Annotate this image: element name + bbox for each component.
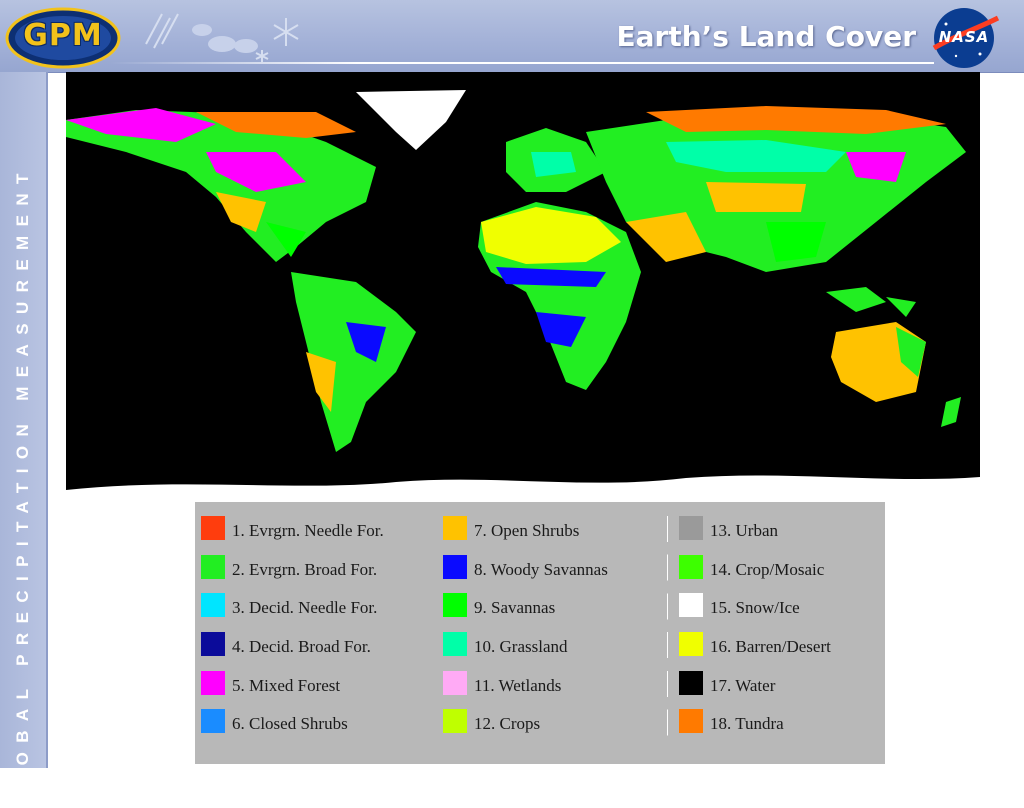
legend-label: 7. Open Shrubs [474, 521, 580, 540]
legend-swatch [679, 554, 703, 579]
world-map-graphic [66, 72, 980, 502]
legend-swatch [201, 554, 225, 579]
legend-swatch [201, 670, 225, 695]
legend-panel: 1. Evrgrn. Needle For. 2. Evrgrn. Broad F… [195, 502, 885, 764]
legend-label: 1. Evrgrn. Needle For. [232, 521, 384, 540]
legend-swatch [201, 709, 225, 734]
legend-swatch [443, 516, 467, 540]
legend-label: 12. Crops [474, 714, 541, 734]
legend-swatch [201, 516, 225, 540]
legend-label: 4. Decid. Broad For. [232, 637, 371, 657]
side-band: GLOBAL PRECIPITATION MEASUREMENT [0, 72, 48, 808]
legend-label: 16. Barren/Desert [710, 637, 831, 657]
nasa-logo-text: NASA [938, 28, 990, 46]
legend-label: 18. Tundra [710, 714, 784, 734]
legend-swatch [201, 632, 225, 657]
gpm-logo-text: GPM [23, 18, 103, 53]
legend-label: 6. Closed Shrubs [232, 714, 348, 734]
weather-decoration-icon [140, 4, 310, 64]
legend-label: 9. Savannas [474, 598, 556, 618]
page-title: Earth’s Land Cover [616, 20, 917, 53]
header-band: GPM Earth’s Land Cover NASA [0, 0, 1024, 73]
legend-swatch [443, 554, 467, 579]
side-band-text: GLOBAL PRECIPITATION MEASUREMENT [13, 164, 32, 808]
legend-swatch [443, 709, 467, 734]
legend-label: 2. Evrgrn. Broad For. [232, 559, 378, 579]
legend-swatch [679, 632, 703, 657]
legend-label: 17. Water [710, 675, 776, 695]
nasa-logo: NASA [928, 6, 1000, 70]
gpm-logo: GPM [4, 6, 122, 70]
legend-swatch [679, 709, 703, 734]
legend-label: 13. Urban [710, 521, 778, 540]
legend-label: 10. Grassland [474, 637, 568, 657]
legend-label: 14. Crop/Mosaic [710, 559, 825, 579]
legend-label: 8. Woody Savannas [474, 559, 608, 579]
legend-swatch [679, 593, 703, 618]
legend-divider [667, 516, 668, 744]
legend-swatch [443, 632, 467, 657]
legend-swatch [679, 670, 703, 695]
legend-label: 15. Snow/Ice [710, 598, 800, 618]
legend-label: 3. Decid. Needle For. [232, 598, 378, 618]
legend-swatch [201, 593, 225, 618]
legend-swatch [679, 516, 703, 540]
legend-swatch [443, 670, 467, 695]
legend-label: 5. Mixed Forest [232, 675, 341, 695]
land-cover-map [66, 72, 980, 502]
legend-label: 11. Wetlands [474, 675, 562, 695]
legend-swatch [443, 593, 467, 618]
